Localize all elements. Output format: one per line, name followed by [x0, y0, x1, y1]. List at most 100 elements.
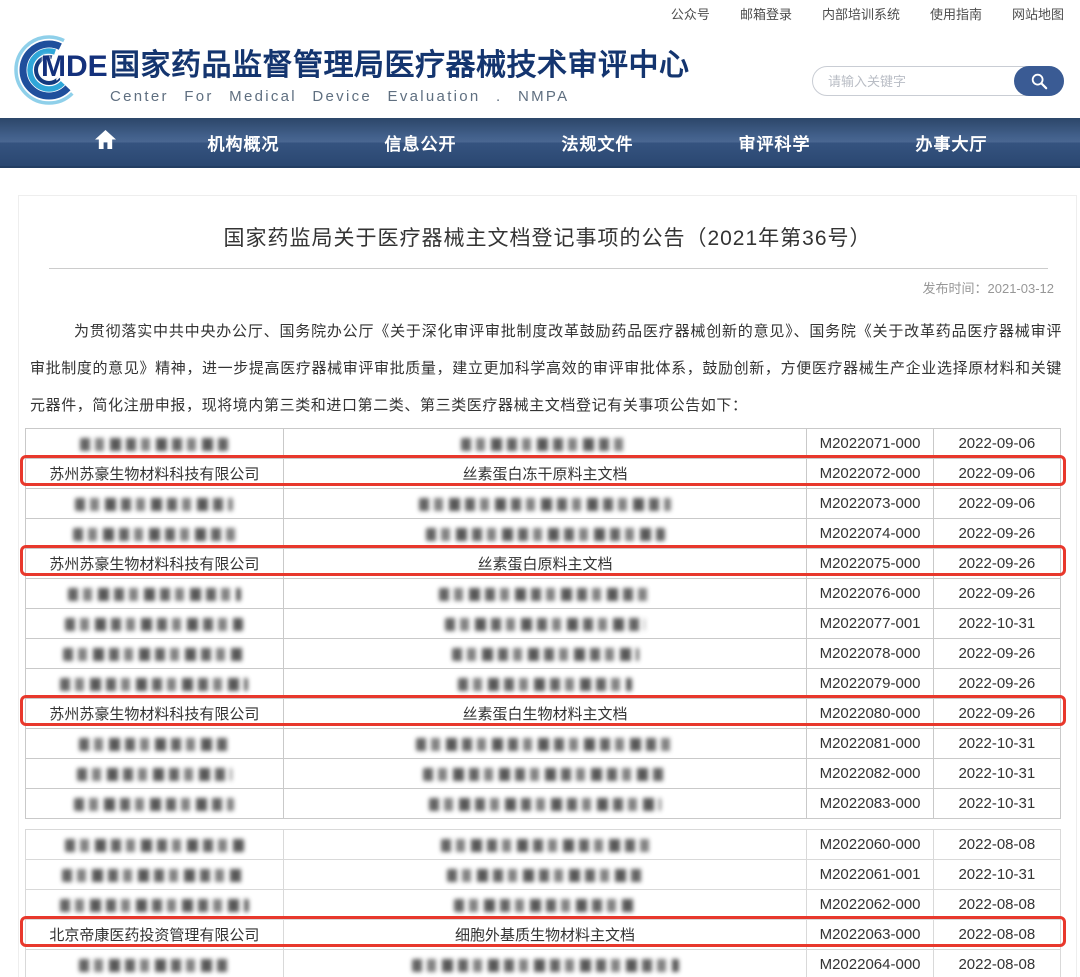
- doc-name-cell: [284, 890, 808, 920]
- redacted-text: [447, 869, 643, 882]
- doc-name-cell: [284, 429, 808, 459]
- nav-item-3[interactable]: 审评科学: [686, 130, 863, 155]
- date-cell: 2022-08-08: [934, 830, 1061, 860]
- company-cell: [26, 789, 284, 819]
- redacted-text: [80, 438, 228, 451]
- date-cell: 2022-09-26: [934, 669, 1061, 699]
- date-cell: 2022-10-31: [934, 729, 1061, 759]
- table-row: M2022071-0002022-09-06: [26, 429, 1061, 459]
- date-cell: 2022-10-31: [934, 759, 1061, 789]
- company-cell: [26, 759, 284, 789]
- code-cell: M2022073-000: [807, 489, 933, 519]
- announcement-paragraph: 为贯彻落实中共中央办公厅、国务院办公厅《关于深化审评审批制度改革鼓励药品医疗器械…: [30, 313, 1062, 424]
- redacted-text: [65, 839, 244, 852]
- code-cell: M2022072-000: [807, 459, 933, 489]
- date-cell: 2022-08-08: [934, 950, 1061, 977]
- table-row: M2022081-0002022-10-31: [26, 729, 1061, 759]
- redacted-text: [77, 768, 232, 781]
- topbar-link-2[interactable]: 内部培训系统: [822, 4, 900, 23]
- code-cell: M2022074-000: [807, 519, 933, 549]
- nav-item-1[interactable]: 信息公开: [332, 130, 509, 155]
- topbar-link-4[interactable]: 网站地图: [1012, 4, 1064, 23]
- site-header: MDE 国家药品监督管理局医疗器械技术审评中心 Center For Medic…: [0, 26, 1080, 118]
- search-input[interactable]: [813, 67, 1015, 95]
- search-icon: [1030, 72, 1048, 90]
- date-cell: 2022-09-26: [934, 699, 1061, 729]
- redacted-text: [60, 899, 249, 912]
- redacted-text: [439, 588, 652, 601]
- redacted-text: [412, 959, 679, 972]
- company-cell: [26, 729, 284, 759]
- redacted-text: [426, 528, 665, 541]
- doc-name-cell: [284, 950, 808, 977]
- redacted-text: [458, 678, 632, 691]
- redacted-text: [75, 498, 233, 511]
- code-cell: M2022075-000: [807, 549, 933, 579]
- redacted-text: [79, 738, 229, 751]
- code-cell: M2022082-000: [807, 759, 933, 789]
- doc-name-cell: 丝素蛋白生物材料主文档: [284, 699, 808, 729]
- date-cell: 2022-08-08: [934, 920, 1061, 950]
- doc-name-cell: [284, 860, 808, 890]
- doc-name-cell: [284, 489, 808, 519]
- table-row: M2022060-0002022-08-08: [26, 830, 1061, 860]
- code-cell: M2022081-000: [807, 729, 933, 759]
- redacted-text: [416, 738, 674, 751]
- code-cell: M2022062-000: [807, 890, 933, 920]
- site-title-chinese: 国家药品监督管理局医疗器械技术审评中心: [110, 40, 690, 84]
- code-cell: M2022071-000: [807, 429, 933, 459]
- code-cell: M2022064-000: [807, 950, 933, 977]
- table-row: M2022062-0002022-08-08: [26, 890, 1061, 920]
- code-cell: M2022083-000: [807, 789, 933, 819]
- nav-item-4[interactable]: 办事大厅: [863, 130, 1040, 155]
- company-cell: [26, 669, 284, 699]
- doc-name-cell: [284, 729, 808, 759]
- date-cell: 2022-09-26: [934, 549, 1061, 579]
- site-brand[interactable]: MDE 国家药品监督管理局医疗器械技术审评中心 Center For Medic…: [10, 20, 690, 112]
- redacted-text: [60, 678, 248, 691]
- redacted-text: [454, 899, 637, 912]
- code-cell: M2022061-001: [807, 860, 933, 890]
- table-row: 苏州苏豪生物材料科技有限公司丝素蛋白原料主文档M2022075-0002022-…: [26, 549, 1061, 579]
- table-row: M2022074-0002022-09-26: [26, 519, 1061, 549]
- doc-name-cell: [284, 669, 808, 699]
- code-cell: M2022079-000: [807, 669, 933, 699]
- search-button[interactable]: [1014, 66, 1064, 96]
- company-cell: [26, 890, 284, 920]
- code-cell: M2022063-000: [807, 920, 933, 950]
- nav-item-2[interactable]: 法规文件: [509, 130, 686, 155]
- site-titles: 国家药品监督管理局医疗器械技术审评中心 Center For Medical D…: [110, 28, 690, 105]
- table-row: M2022064-0002022-08-08: [26, 950, 1061, 977]
- nav-home[interactable]: [55, 129, 155, 155]
- doc-name-cell: [284, 830, 808, 860]
- home-icon: [94, 129, 117, 150]
- doc-name-cell: 丝素蛋白原料主文档: [284, 549, 808, 579]
- master-file-table-1: M2022071-0002022-09-06苏州苏豪生物材料科技有限公司丝素蛋白…: [25, 428, 1061, 819]
- topbar-link-1[interactable]: 邮箱登录: [740, 4, 792, 23]
- date-cell: 2022-10-31: [934, 789, 1061, 819]
- date-cell: 2022-10-31: [934, 609, 1061, 639]
- redacted-text: [429, 798, 661, 811]
- topbar-link-3[interactable]: 使用指南: [930, 4, 982, 23]
- company-cell: [26, 860, 284, 890]
- company-cell: 北京帝康医药投资管理有限公司: [26, 920, 284, 950]
- nav-item-0[interactable]: 机构概况: [155, 130, 332, 155]
- code-cell: M2022076-000: [807, 579, 933, 609]
- redacted-text: [65, 618, 243, 631]
- company-cell: [26, 639, 284, 669]
- date-cell: 2022-10-31: [934, 860, 1061, 890]
- doc-name-cell: 丝素蛋白冻干原料主文档: [284, 459, 808, 489]
- date-cell: 2022-09-26: [934, 579, 1061, 609]
- master-file-table-2: M2022060-0002022-08-08M2022061-0012022-1…: [25, 829, 1061, 977]
- table-row: M2022078-0002022-09-26: [26, 639, 1061, 669]
- table-row: M2022082-0002022-10-31: [26, 759, 1061, 789]
- page-title: 国家药监局关于医疗器械主文档登记事项的公告（2021年第36号）: [19, 196, 1076, 268]
- company-cell: 苏州苏豪生物材料科技有限公司: [26, 459, 284, 489]
- table-row: 苏州苏豪生物材料科技有限公司丝素蛋白冻干原料主文档M2022072-000202…: [26, 459, 1061, 489]
- article-panel: 国家药监局关于医疗器械主文档登记事项的公告（2021年第36号） 发布时间：20…: [18, 195, 1077, 977]
- doc-name-cell: [284, 759, 808, 789]
- publish-date: 2021-03-12: [988, 281, 1055, 296]
- redacted-text: [79, 959, 230, 972]
- redacted-text: [73, 528, 236, 541]
- company-cell: [26, 609, 284, 639]
